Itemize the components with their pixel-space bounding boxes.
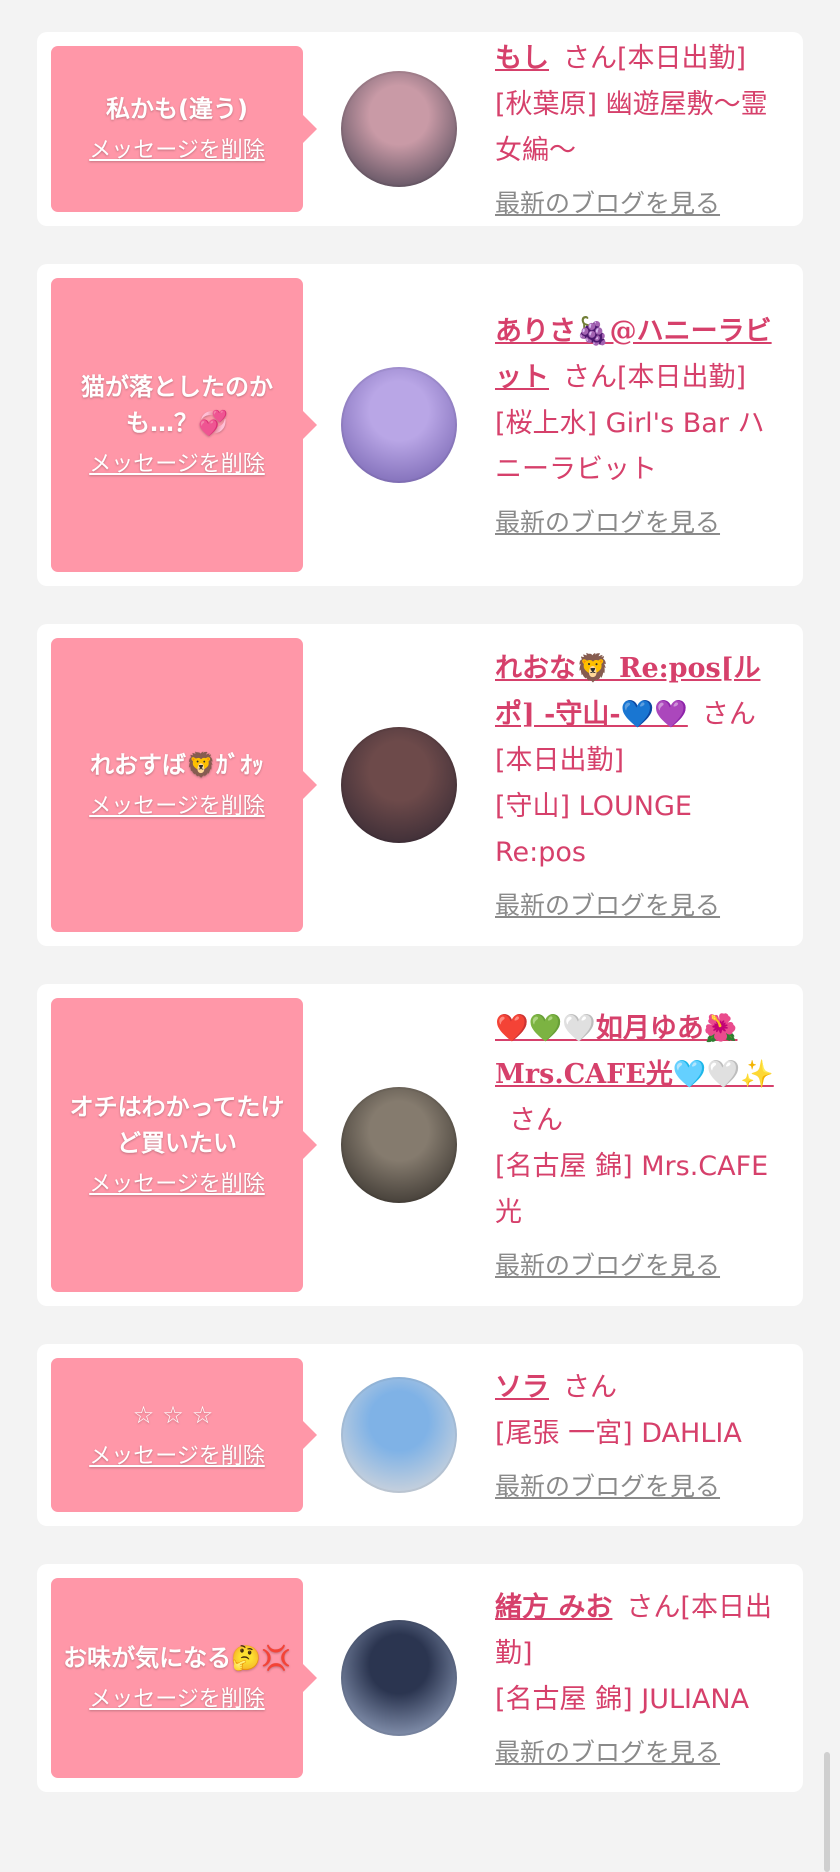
latest-blog-link[interactable]: 最新のブログを見る [495, 888, 789, 924]
cast-info: もし さん[本日出勤] [秋葉原] 幽遊屋敷〜霊女編〜 最新のブログを見る [495, 36, 789, 222]
cast-info: ソラ さん [尾張 一宮] DAHLIA 最新のブログを見る [495, 1365, 789, 1505]
delete-message-link[interactable]: メッセージを削除 [89, 449, 265, 481]
avatar[interactable] [341, 1620, 457, 1736]
avatar[interactable] [341, 1087, 457, 1203]
avatar[interactable] [341, 71, 457, 187]
cast-card: 私かも(違う) メッセージを削除 もし さん[本日出勤] [秋葉原] 幽遊屋敷〜霊… [37, 32, 803, 226]
latest-blog-link[interactable]: 最新のブログを見る [495, 186, 789, 222]
cast-name-link[interactable]: ❤️💚🤍如月ゆあ🌺Mrs.CAFE光🩵🤍✨ [495, 1013, 774, 1090]
avatar[interactable] [341, 727, 457, 843]
message-text: れおすば🦁ｶﾞｵｯ [90, 751, 264, 779]
shop-name: [秋葉原] 幽遊屋敷〜霊女編〜 [495, 89, 768, 166]
delete-message-link[interactable]: メッセージを削除 [89, 1684, 265, 1716]
message-text: 猫が落としたのかも…？💞 [81, 373, 273, 437]
san-suffix: さん [626, 1592, 681, 1623]
message-bubble: 猫が落としたのかも…？💞 メッセージを削除 [51, 278, 303, 572]
message-bubble: 私かも(違う) メッセージを削除 [51, 46, 303, 212]
cast-name-link[interactable]: 緒方 みお [495, 1592, 612, 1623]
message-text: ☆☆☆ [132, 1401, 222, 1429]
san-suffix: さん [509, 1105, 563, 1136]
san-suffix: さん [701, 699, 756, 730]
shop-name: [桜上水] Girl's Bar ハニーラビット [495, 408, 765, 485]
shop-name: [名古屋 錦] JULIANA [495, 1684, 750, 1715]
cast-card: ☆☆☆ メッセージを削除 ソラ さん [尾張 一宮] DAHLIA 最新のブログを… [37, 1344, 803, 1526]
cast-info: ❤️💚🤍如月ゆあ🌺Mrs.CAFE光🩵🤍✨ さん [名古屋 錦] Mrs.CAFE… [495, 1006, 789, 1284]
message-text: 私かも(違う) [106, 95, 248, 123]
latest-blog-link[interactable]: 最新のブログを見る [495, 1735, 789, 1771]
avatar[interactable] [341, 1377, 457, 1493]
message-bubble: オチはわかってたけど買いたい メッセージを削除 [51, 998, 303, 1292]
cast-card: オチはわかってたけど買いたい メッセージを削除 ❤️💚🤍如月ゆあ🌺Mrs.CAF… [37, 984, 803, 1306]
message-bubble: れおすば🦁ｶﾞｵｯ メッセージを削除 [51, 638, 303, 932]
san-suffix: さん [563, 362, 617, 393]
latest-blog-link[interactable]: 最新のブログを見る [495, 505, 789, 541]
scrollbar[interactable] [824, 1752, 830, 1872]
cast-info: れおな🦁 Re:pos[ルポ] -守山-💙💜 さん[本日出勤] [守山] LOUN… [495, 646, 789, 924]
cast-name-link[interactable]: もし [495, 43, 549, 74]
message-bubble: お味が気になる🤔💢 メッセージを削除 [51, 1578, 303, 1778]
avatar[interactable] [341, 367, 457, 483]
latest-blog-link[interactable]: 最新のブログを見る [495, 1469, 789, 1505]
favorite-cast-list: 私かも(違う) メッセージを削除 もし さん[本日出勤] [秋葉原] 幽遊屋敷〜霊… [37, 32, 803, 1830]
shop-name: [名古屋 錦] Mrs.CAFE光 [495, 1151, 769, 1228]
delete-message-link[interactable]: メッセージを削除 [89, 135, 265, 167]
message-bubble: ☆☆☆ メッセージを削除 [51, 1358, 303, 1512]
message-text: オチはわかってたけど買いたい [69, 1093, 285, 1157]
cast-card: 猫が落としたのかも…？💞 メッセージを削除 ありさ🍇@ハニーラビット さん[本日出… [37, 264, 803, 586]
cast-info: 緒方 みお さん[本日出勤] [名古屋 錦] JULIANA 最新のブログを見る [495, 1585, 789, 1771]
shop-name: [尾張 一宮] DAHLIA [495, 1418, 742, 1449]
san-suffix: さん [563, 43, 617, 74]
delete-message-link[interactable]: メッセージを削除 [89, 791, 265, 823]
san-suffix: さん [563, 1372, 617, 1403]
work-status: [本日出勤] [617, 43, 747, 74]
latest-blog-link[interactable]: 最新のブログを見る [495, 1248, 789, 1284]
work-status: [本日出勤] [495, 745, 625, 776]
cast-card: れおすば🦁ｶﾞｵｯ メッセージを削除 れおな🦁 Re:pos[ルポ] -守山-💙… [37, 624, 803, 946]
shop-name: [守山] LOUNGE Re:pos [495, 791, 692, 868]
message-text: お味が気になる🤔💢 [63, 1644, 291, 1672]
cast-info: ありさ🍇@ハニーラビット さん[本日出勤] [桜上水] Girl's Bar ハニ… [495, 309, 789, 541]
cast-card: お味が気になる🤔💢 メッセージを削除 緒方 みお さん[本日出勤] [名古屋 錦]… [37, 1564, 803, 1792]
delete-message-link[interactable]: メッセージを削除 [89, 1441, 265, 1473]
work-status: [本日出勤] [617, 362, 747, 393]
cast-name-link[interactable]: ソラ [495, 1372, 549, 1403]
delete-message-link[interactable]: メッセージを削除 [89, 1169, 265, 1201]
